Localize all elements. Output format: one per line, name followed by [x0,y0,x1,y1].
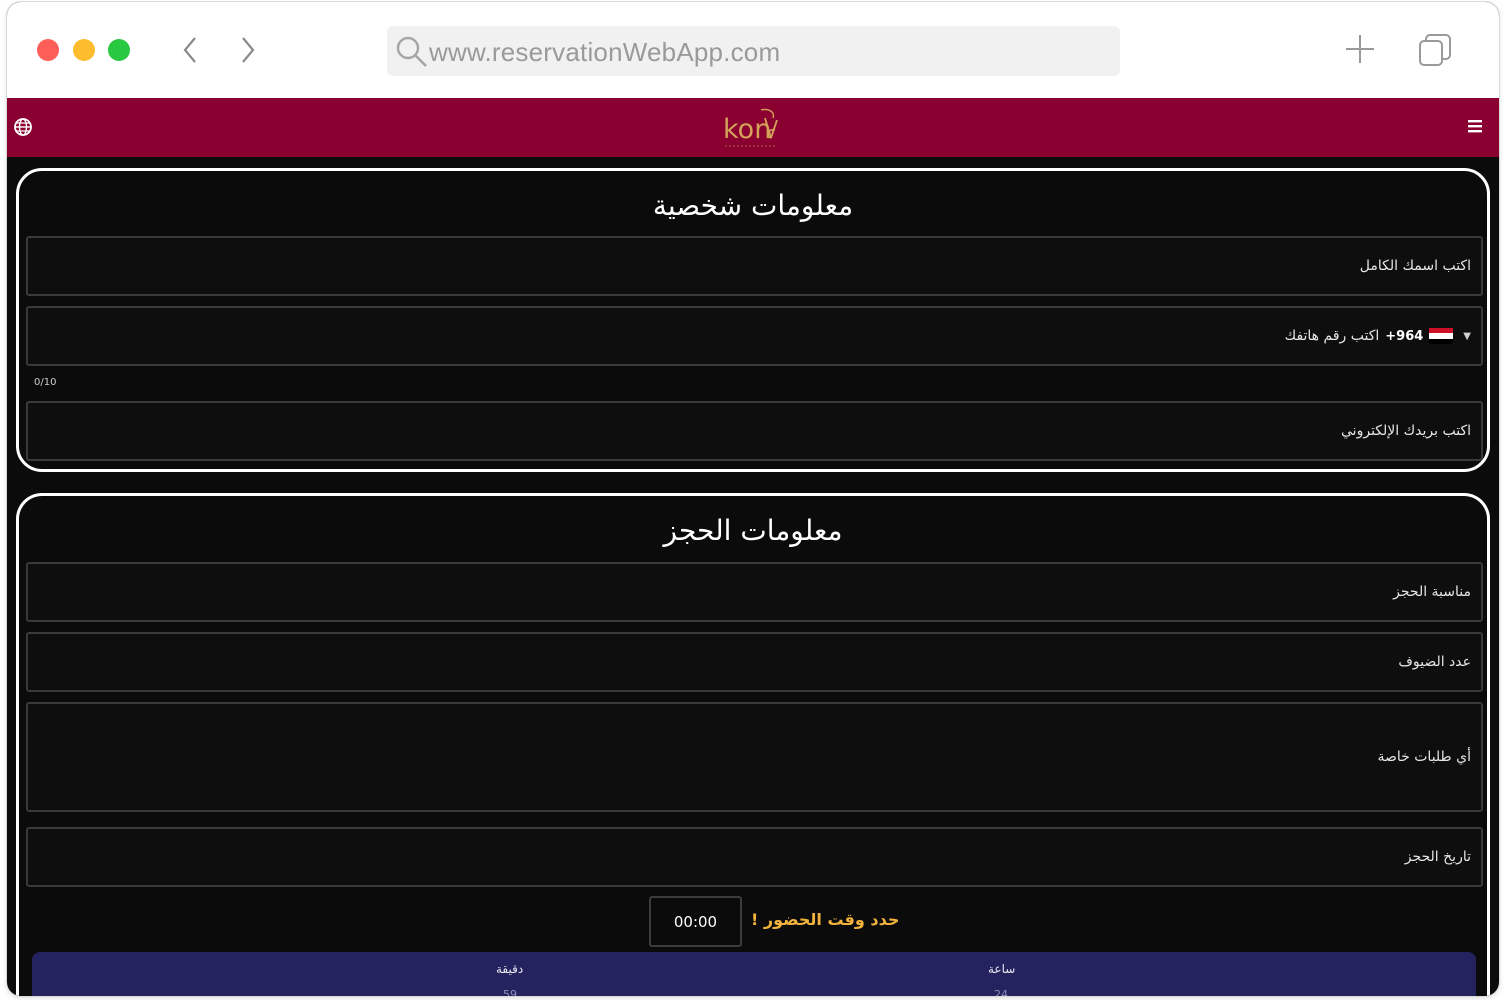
special-requests-placeholder: أي طلبات خاصة [1377,749,1471,765]
phone-field[interactable]: اكتب رقم هاتفك +964 ▼ [26,306,1483,366]
email-field[interactable]: اكتب بريدك الإلكتروني [26,401,1483,461]
chevron-left-icon [183,37,196,63]
special-requests-field[interactable]: أي طلبات خاصة [26,702,1483,812]
app-header: kon [7,98,1499,157]
phone-char-counter: 0/10 [34,377,57,388]
booking-info-card: معلومات الحجز مناسبة الحجز عدد الضيوف أي… [16,493,1490,996]
country-code: +964 [1385,328,1424,344]
minute-value[interactable]: 59 [503,988,517,996]
address-bar[interactable]: www.reservationWebApp.com [387,26,1120,76]
email-placeholder: اكتب بريدك الإلكتروني [1341,423,1471,439]
full-name-field[interactable]: اكتب اسمك الكامل [26,236,1483,296]
iraq-flag-icon[interactable] [1429,328,1454,344]
svg-text:kon: kon [723,114,771,145]
hamburger-menu-icon[interactable] [1467,118,1483,134]
booking-date-placeholder: تاريخ الحجز [1404,849,1471,865]
search-icon [396,36,427,67]
tab-overview-icon[interactable] [1417,32,1453,68]
forward-button[interactable] [233,32,263,68]
booking-date-field[interactable]: تاريخ الحجز [26,827,1483,887]
close-window-button[interactable] [37,39,59,61]
maximize-window-button[interactable] [108,39,130,61]
phone-input-row: اكتب رقم هاتفك +964 ▼ [1285,328,1471,344]
language-globe-icon[interactable] [13,117,33,137]
guests-field[interactable]: عدد الضيوف [26,632,1483,692]
occasion-field[interactable]: مناسبة الحجز [26,562,1483,622]
full-name-placeholder: اكتب اسمك الكامل [1359,258,1471,274]
arrival-time-label: حدد وقت الحضور ! [751,910,900,929]
browser-chrome: www.reservationWebApp.com [7,2,1499,98]
personal-info-title: معلومات شخصية [652,189,854,222]
personal-info-card: معلومات شخصية اكتب اسمك الكامل اكتب رقم … [16,168,1490,472]
hour-value[interactable]: 24 [994,988,1008,996]
new-tab-icon[interactable] [1343,32,1377,66]
minimize-window-button[interactable] [73,39,95,61]
time-picker[interactable]: دقيقة ساعة 59 24 [32,952,1476,996]
occasion-placeholder: مناسبة الحجز [1393,584,1471,600]
chevron-right-icon [242,37,255,63]
back-button[interactable] [175,32,205,68]
minute-column-label: دقيقة [496,962,524,976]
phone-placeholder: اكتب رقم هاتفك [1284,328,1380,344]
booking-info-title: معلومات الحجز [663,514,843,547]
browser-window: www.reservationWebApp.com kon معلومات شخ… [7,2,1499,996]
hour-column-label: ساعة [988,962,1016,976]
guests-placeholder: عدد الضيوف [1398,654,1471,670]
brand-logo: kon [723,108,778,147]
url-text: www.reservationWebApp.com [429,37,781,67]
arrival-time-input[interactable]: 00:00 [649,896,742,947]
country-dropdown-icon[interactable]: ▼ [1463,331,1471,342]
